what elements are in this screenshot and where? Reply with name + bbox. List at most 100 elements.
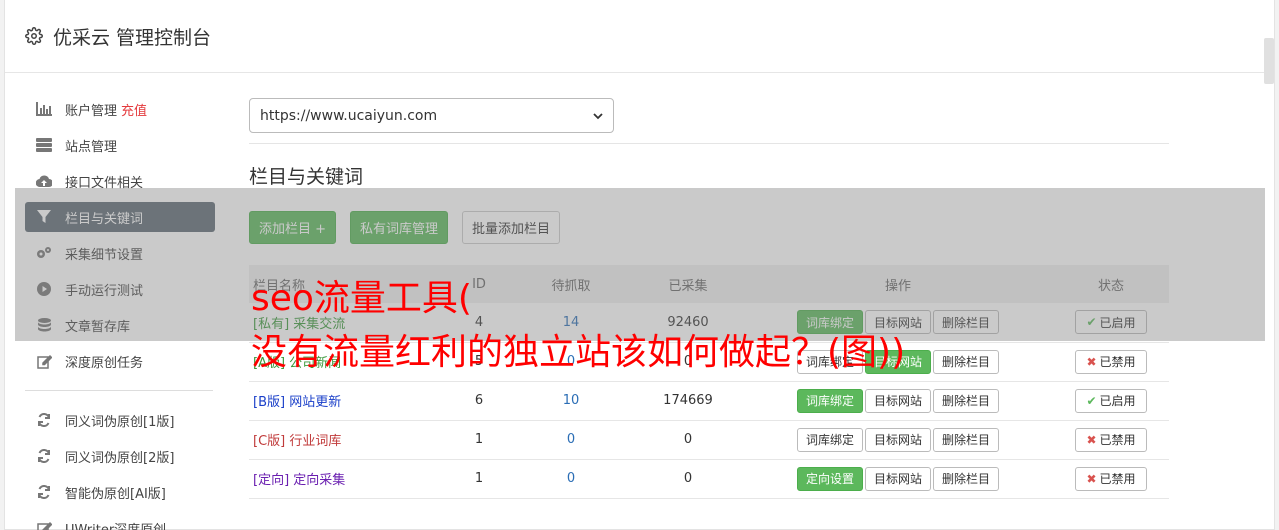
bind-lib-button[interactable]: 词库绑定 (796, 310, 863, 335)
sidebar-item-uwriter[interactable]: UWriter深度原创 (25, 513, 215, 530)
pending-count-link[interactable]: 0 (567, 471, 575, 486)
chevron-down-icon (593, 108, 603, 124)
sidebar: 账户管理 充值 站点管理 接口文件相关 栏目与关键词 采集细节设置 手动运行测试… (25, 94, 215, 530)
recharge-link[interactable]: 充值 (121, 100, 147, 119)
sidebar-divider (25, 390, 213, 391)
sidebar-item-label: 深度原创任务 (65, 355, 144, 371)
table-row: [定向] 定向采集 1 0 0 定向设置 目标网站 删除栏目 ✖ 已禁用 (249, 459, 1169, 498)
bind-lib-button[interactable]: 词库绑定 (796, 388, 863, 413)
status-label: 已禁用 (1099, 355, 1136, 369)
sidebar-item-label: 同义词伪原创[1版] (65, 414, 175, 430)
status-toggle[interactable]: ✖ 已禁用 (1075, 427, 1147, 452)
column-id: 5 (474, 354, 484, 369)
sidebar-item-columns-keywords[interactable]: 栏目与关键词 (25, 202, 215, 232)
column-name-link[interactable]: [私有] 采集交流 (253, 317, 345, 332)
column-name-link[interactable]: [定向] 定向采集 (253, 473, 345, 488)
column-name-link[interactable]: [B版] 网站更新 (253, 395, 341, 410)
target-site-button[interactable]: 目标网站 (864, 388, 931, 413)
status-toggle[interactable]: ✔ 已启用 (1075, 310, 1147, 335)
sidebar-item-label: 手动运行测试 (65, 283, 144, 299)
collected-count: 92460 (667, 314, 709, 330)
table-row: [C版] 行业词库 1 0 0 词库绑定 目标网站 删除栏目 ✖ 已禁用 (249, 420, 1169, 459)
section-title: 栏目与关键词 (249, 166, 364, 188)
delete-column-button[interactable]: 删除栏目 (933, 310, 1000, 335)
table-row: [B版] 网站更新 6 10 174669 词库绑定 目标网站 删除栏目 ✔ 已启用 (249, 381, 1169, 420)
sidebar-item-label: 接口文件相关 (65, 175, 144, 191)
sidebar-item-sites[interactable]: 站点管理 (25, 130, 215, 160)
gears-icon (36, 245, 52, 261)
column-id: 6 (474, 393, 484, 408)
app-header: 优采云 管理控制台 (5, 0, 1274, 73)
status-label: 已禁用 (1099, 433, 1136, 447)
sidebar-item-deep-original[interactable]: 深度原创任务 (25, 346, 215, 376)
close-icon: ✖ (1086, 354, 1097, 369)
database-icon (36, 317, 52, 333)
pending-count-link[interactable]: 10 (563, 393, 580, 408)
status-toggle[interactable]: ✖ 已禁用 (1075, 466, 1147, 491)
bind-lib-button[interactable]: 词库绑定 (796, 349, 863, 374)
main-content: https://www.ucaiyun.com 栏目与关键词 添加栏目 + 私有… (249, 98, 1169, 499)
delete-column-button[interactable]: 删除栏目 (933, 466, 1000, 491)
pending-count-link[interactable]: 0 (567, 354, 575, 369)
private-lib-button[interactable]: 私有词库管理 (350, 211, 449, 244)
sidebar-item-collect-settings[interactable]: 采集细节设置 (25, 238, 215, 268)
add-column-button[interactable]: 添加栏目 + (249, 211, 337, 244)
bind-lib-button[interactable]: 定向设置 (796, 466, 863, 491)
edit-icon (36, 520, 52, 530)
play-circle-icon (36, 281, 52, 297)
refresh-icon (36, 484, 52, 500)
target-site-button[interactable]: 目标网站 (864, 310, 931, 335)
target-site-button[interactable]: 目标网站 (864, 466, 931, 491)
close-icon: ✖ (1086, 471, 1097, 486)
app-shell: 优采云 管理控制台 账户管理 充值 站点管理 接口文件相关 栏目与关键词 采集细… (4, 0, 1275, 530)
collected-count: 0 (683, 471, 693, 486)
sidebar-item-label: 文章暂存库 (65, 319, 131, 335)
status-label: 已启用 (1099, 315, 1136, 330)
toolbar: 添加栏目 + 私有词库管理 批量添加栏目 (249, 211, 1169, 244)
check-icon: ✔ (1086, 393, 1097, 408)
target-site-button[interactable]: 目标网站 (864, 427, 931, 452)
table-row: [A版] 公司新闻 5 0 0 词库绑定 目标网站 删除栏目 ✖ 已禁用 (249, 342, 1169, 381)
edit-icon (36, 353, 52, 369)
column-id: 4 (474, 314, 484, 330)
sidebar-item-synonym-v1[interactable]: 同义词伪原创[1版] (25, 405, 215, 435)
status-label: 已禁用 (1099, 472, 1136, 486)
sidebar-item-api-files[interactable]: 接口文件相关 (25, 166, 215, 196)
status-toggle[interactable]: ✖ 已禁用 (1075, 349, 1147, 374)
divider (249, 143, 1169, 144)
column-id: 1 (474, 471, 484, 486)
delete-column-button[interactable]: 删除栏目 (933, 349, 1000, 374)
columns-table: 栏目名称 ID 待抓取 已采集 操作 状态 [私有] 采集交流 4 14 92460 词… (249, 265, 1169, 499)
sidebar-item-label: 智能伪原创[AI版] (65, 486, 166, 502)
check-icon: ✔ (1086, 315, 1097, 330)
column-name-link[interactable]: [A版] 公司新闻 (253, 356, 341, 371)
page-title: 优采云 管理控制台 (53, 26, 212, 49)
refresh-icon (36, 412, 52, 428)
close-icon: ✖ (1086, 432, 1097, 447)
pending-count-link[interactable]: 0 (567, 432, 575, 447)
delete-column-button[interactable]: 删除栏目 (933, 388, 1000, 413)
sidebar-item-synonym-v2[interactable]: 同义词伪原创[2版] (25, 441, 215, 471)
sidebar-item-label: 站点管理 (65, 139, 118, 155)
gear-icon (25, 27, 43, 45)
target-site-button[interactable]: 目标网站 (864, 349, 931, 374)
collected-count: 0 (683, 432, 693, 447)
batch-add-button[interactable]: 批量添加栏目 (462, 211, 561, 244)
sidebar-item-label: 采集细节设置 (65, 247, 144, 263)
sidebar-item-article-store[interactable]: 文章暂存库 (25, 310, 215, 340)
collected-count: 0 (683, 354, 693, 369)
bind-lib-button[interactable]: 词库绑定 (796, 427, 863, 452)
status-toggle[interactable]: ✔ 已启用 (1075, 388, 1147, 413)
header-id: ID (472, 276, 486, 292)
site-select[interactable]: https://www.ucaiyun.com (249, 98, 614, 133)
scrollbar[interactable] (1264, 38, 1274, 84)
delete-column-button[interactable]: 删除栏目 (933, 427, 1000, 452)
sidebar-item-manual-run[interactable]: 手动运行测试 (25, 274, 215, 304)
collected-count: 174669 (663, 393, 713, 408)
column-name-link[interactable]: [C版] 行业词库 (253, 434, 341, 449)
site-select-value: https://www.ucaiyun.com (260, 107, 438, 124)
pending-count-link[interactable]: 14 (563, 315, 580, 330)
sidebar-item-account[interactable]: 账户管理 充值 (25, 94, 215, 124)
header-status: 状态 (1097, 278, 1124, 294)
sidebar-item-ai-rewrite[interactable]: 智能伪原创[AI版] (25, 477, 215, 507)
